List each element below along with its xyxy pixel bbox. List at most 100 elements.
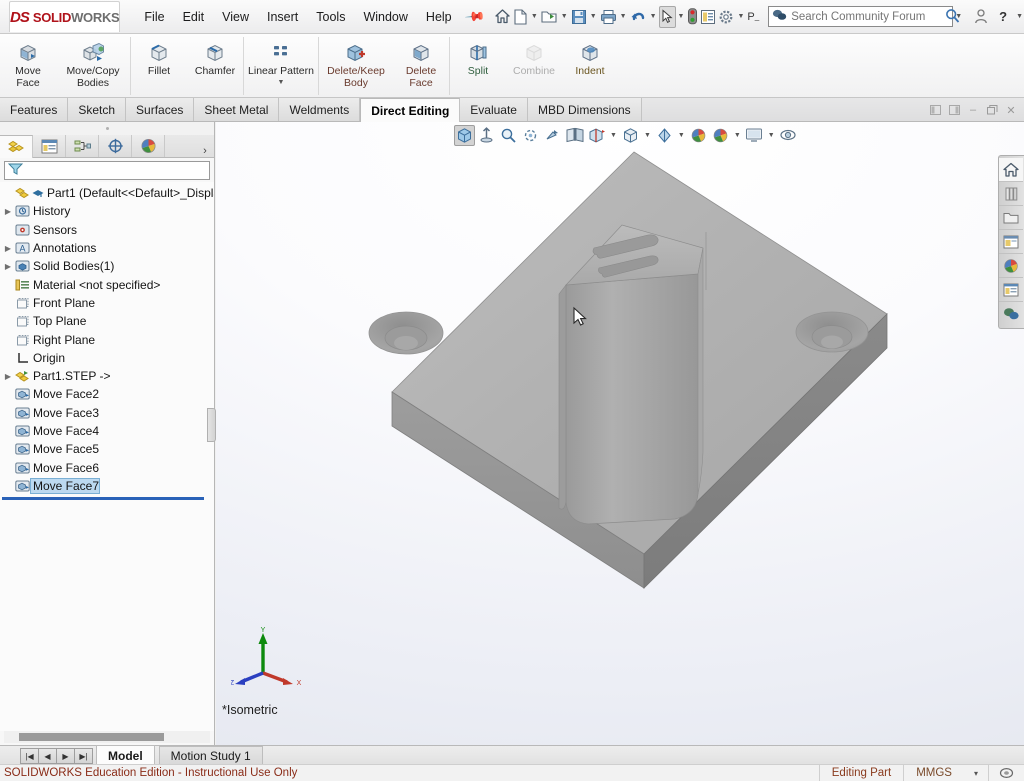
- manager-tab-strip[interactable]: ›: [0, 135, 214, 158]
- sw-resources-icon[interactable]: [999, 158, 1023, 182]
- user-account-icon[interactable]: [970, 6, 992, 28]
- tab-nav-prev[interactable]: ◀: [38, 748, 57, 764]
- configuration-manager-tab[interactable]: [66, 135, 99, 157]
- menu-file[interactable]: File: [135, 7, 173, 27]
- help-dropdown-icon[interactable]: ▼: [1016, 13, 1023, 20]
- indent-button[interactable]: Indent: [562, 37, 618, 93]
- chamfer-button[interactable]: Chamfer: [187, 37, 243, 93]
- search-dropdown-icon[interactable]: ▼: [955, 13, 962, 20]
- graphics-viewport[interactable]: ▼ ▼ ▼ ▼ ▼ Y X Z *Isometric: [216, 122, 1024, 745]
- doc-restore-button[interactable]: [983, 101, 1001, 119]
- open-document-dropdown-icon[interactable]: ▼: [561, 13, 568, 20]
- tree-item-move-face4[interactable]: Move Face4: [0, 422, 214, 440]
- tree-item-front-plane[interactable]: Front Plane: [0, 294, 214, 312]
- menu-window[interactable]: Window: [354, 7, 416, 27]
- split-button[interactable]: Split: [450, 37, 506, 93]
- tab-sheet-metal[interactable]: Sheet Metal: [194, 98, 280, 121]
- tab-motion-study-1[interactable]: Motion Study 1: [158, 746, 263, 765]
- units-dropdown-icon[interactable]: ▾: [964, 765, 988, 781]
- doc-restore-right-icon[interactable]: [945, 101, 963, 119]
- tree-expand-toggle[interactable]: ▶: [2, 207, 14, 216]
- overlay-icon[interactable]: [988, 764, 1024, 781]
- tree-item-move-face2[interactable]: Move Face2: [0, 385, 214, 403]
- help-button[interactable]: ?: [992, 6, 1014, 28]
- menu-view[interactable]: View: [213, 7, 258, 27]
- options-dropdown-icon[interactable]: ▼: [737, 13, 744, 20]
- appearances-scenes-icon[interactable]: [999, 254, 1023, 278]
- menu-bar[interactable]: File Edit View Insert Tools Window Help …: [135, 5, 486, 27]
- tab-nav-first[interactable]: |◀: [20, 748, 39, 764]
- tree-item-right-plane[interactable]: Right Plane: [0, 330, 214, 348]
- search-input[interactable]: [791, 10, 946, 23]
- doc-minimize-button[interactable]: –: [964, 101, 982, 119]
- tree-item-sensors[interactable]: Sensors: [0, 221, 214, 239]
- scrollbar-thumb[interactable]: [19, 733, 164, 741]
- search-community-forum[interactable]: [768, 6, 960, 27]
- tree-expand-toggle[interactable]: ▶: [2, 244, 14, 253]
- solidworks-logo[interactable]: DS SOLIDWORKS: [9, 1, 121, 32]
- combine-button[interactable]: Combine: [506, 37, 562, 93]
- custom-properties-icon[interactable]: [999, 278, 1023, 302]
- menu-insert[interactable]: Insert: [258, 7, 307, 27]
- task-pane[interactable]: [998, 155, 1024, 329]
- tree-item-material[interactable]: Material <not specified>: [0, 275, 214, 293]
- tab-features[interactable]: Features: [0, 98, 69, 121]
- tree-expand-toggle[interactable]: ▶: [2, 262, 14, 271]
- pushpin-icon[interactable]: 📌: [463, 5, 486, 28]
- rollback-bar[interactable]: [2, 497, 204, 501]
- model-3d-view[interactable]: [216, 122, 1024, 745]
- save-dropdown-icon[interactable]: ▼: [590, 13, 597, 20]
- save-icon[interactable]: [570, 6, 588, 28]
- tab-nav-next[interactable]: ▶: [56, 748, 75, 764]
- doc-restore-left-icon[interactable]: [926, 101, 944, 119]
- options-gear-icon[interactable]: [717, 6, 735, 28]
- move-copy-bodies-button[interactable]: Move/Copy Bodies: [56, 37, 130, 93]
- tree-item-history[interactable]: ▶ History: [0, 202, 214, 220]
- menu-help[interactable]: Help: [417, 7, 461, 27]
- tree-item-origin[interactable]: Origin: [0, 349, 214, 367]
- tab-model[interactable]: Model: [96, 745, 155, 765]
- tree-item-solid-bodies[interactable]: ▶ Solid Bodies(1): [0, 257, 214, 275]
- new-document-icon[interactable]: [512, 6, 529, 28]
- display-manager-tab[interactable]: [132, 135, 165, 157]
- tab-nav-last[interactable]: ▶|: [74, 748, 93, 764]
- tab-surfaces[interactable]: Surfaces: [126, 98, 195, 121]
- tree-filter-bar[interactable]: [4, 161, 210, 180]
- feature-manager-tab[interactable]: [0, 135, 33, 158]
- undo-dropdown-icon[interactable]: ▼: [650, 13, 657, 20]
- document-window-controls[interactable]: – ✕: [926, 101, 1020, 119]
- tree-expand-toggle[interactable]: ▶: [2, 372, 14, 381]
- document-tab-bar[interactable]: |◀ ◀ ▶ ▶| Model Motion Study 1: [0, 745, 1024, 765]
- file-properties-icon[interactable]: [699, 6, 717, 28]
- solidworks-forum-icon[interactable]: [999, 302, 1023, 326]
- rebuild-icon[interactable]: [686, 6, 699, 28]
- menu-edit[interactable]: Edit: [174, 7, 214, 27]
- select-dropdown-icon[interactable]: ▼: [678, 13, 685, 20]
- tree-horizontal-scrollbar[interactable]: [4, 731, 210, 743]
- command-manager-tabs[interactable]: Features Sketch Surfaces Sheet Metal Wel…: [0, 98, 1024, 122]
- tree-filter-input[interactable]: [23, 163, 209, 178]
- panel-splitter-handle[interactable]: [207, 408, 216, 442]
- dimxpert-manager-tab[interactable]: [99, 135, 132, 157]
- feature-tree[interactable]: Part1 (Default<<Default>_Displa ▶ Histor…: [0, 182, 214, 731]
- linear-pattern-button[interactable]: Linear Pattern ▼: [244, 37, 318, 93]
- tree-item-move-face7[interactable]: Move Face7: [0, 477, 214, 495]
- tree-item-move-face3[interactable]: Move Face3: [0, 404, 214, 422]
- filter-icon[interactable]: [7, 162, 24, 179]
- linear-pattern-dropdown-icon[interactable]: ▼: [278, 79, 285, 86]
- tree-item-move-face6[interactable]: Move Face6: [0, 458, 214, 476]
- new-document-dropdown-icon[interactable]: ▼: [531, 13, 538, 20]
- menu-tools[interactable]: Tools: [307, 7, 354, 27]
- design-library-icon[interactable]: [999, 182, 1023, 206]
- print-icon[interactable]: [599, 6, 618, 28]
- tree-item-move-face5[interactable]: Move Face5: [0, 440, 214, 458]
- select-icon[interactable]: [658, 5, 676, 28]
- open-document-icon[interactable]: [540, 6, 559, 28]
- tab-nav-arrows[interactable]: |◀ ◀ ▶ ▶|: [20, 748, 93, 764]
- panel-grip[interactable]: [0, 122, 214, 135]
- home-icon[interactable]: [493, 6, 512, 28]
- units-status[interactable]: MMGS: [903, 764, 964, 781]
- tree-item-part1[interactable]: Part1 (Default<<Default>_Displa: [0, 184, 214, 202]
- tree-item-top-plane[interactable]: Top Plane: [0, 312, 214, 330]
- tree-item-part1-step[interactable]: ▶ Part1.STEP ->: [0, 367, 214, 385]
